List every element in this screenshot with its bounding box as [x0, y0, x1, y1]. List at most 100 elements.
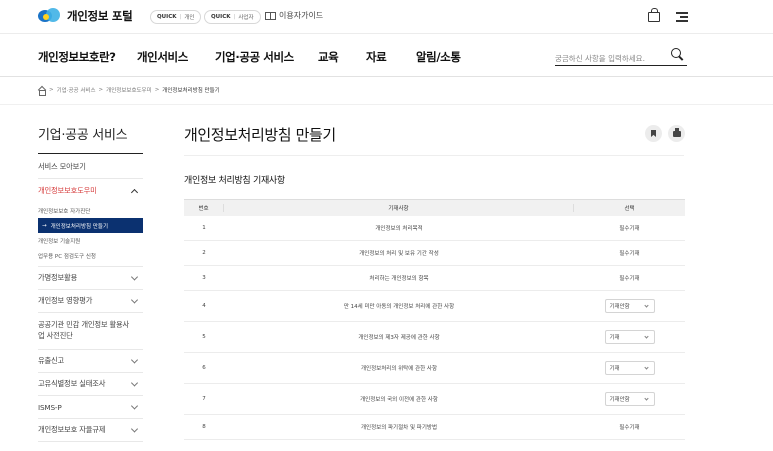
nav-item-resources[interactable]: 자료 — [366, 49, 387, 65]
quick-personal-button[interactable]: QUICK | 개인 — [150, 10, 202, 24]
sidebar-subitem-self-check[interactable]: 개인정보보호 자가진단 — [38, 203, 143, 218]
row-item: 처리하는 개인정보의 항목 — [369, 276, 429, 282]
sidebar-item-breach-report[interactable]: 유출신고 — [38, 350, 143, 373]
user-guide-link[interactable]: 이용자가이드 — [265, 10, 323, 21]
logo-mark-icon — [38, 8, 60, 24]
sidebar-subitem-policy-maker[interactable]: → 개인정보처리방침 만들기 — [38, 218, 143, 233]
row-choice-cell: 기재안함 — [574, 392, 685, 406]
bookmark-button[interactable] — [645, 125, 662, 142]
row-number: 4 — [202, 303, 206, 309]
column-header: 번호 — [184, 204, 224, 212]
divider — [184, 155, 684, 156]
row-number: 5 — [202, 334, 206, 340]
sidebar-title: 기업·공공 서비스 — [38, 128, 128, 143]
row-number: 3 — [202, 275, 206, 281]
sidebar-item-isms-p[interactable]: ISMS-P — [38, 396, 143, 419]
sidebar-subitem-pc-tool[interactable]: 업무용 PC 점검도구 신청 — [38, 248, 143, 263]
breadcrumb-item[interactable]: 기업·공공 서비스 — [57, 86, 96, 94]
policy-items-table: 번호 기재사항 선택 1 개인정보의 처리목적 필수기재 2 개인정보의 처리 및 보유… — [184, 199, 685, 440]
sidebar-item-self-regulation[interactable]: 개인정보보호 자율규제 — [38, 419, 143, 442]
sidebar-menu: 서비스 모아보기 개인정보보호도우미 개인정보보호 자가진단 → 개인정보처리방… — [38, 156, 143, 442]
user-guide-label: 이용자가이드 — [279, 11, 324, 20]
divider — [38, 153, 143, 154]
row-item: 개인정보의 국외 이전에 관한 사항 — [360, 397, 438, 403]
quick-badge: QUICK — [157, 14, 177, 20]
row-item: 개인정보의 처리목적 — [375, 226, 423, 232]
chevron-down-icon — [643, 365, 649, 370]
breadcrumb-item[interactable]: 개인정보보호도우미 — [106, 86, 152, 94]
arrow-right-icon: → — [42, 222, 47, 229]
sidebar-item-pseudonym[interactable]: 가명정보활용 — [38, 267, 143, 290]
chevron-down-icon — [643, 303, 649, 308]
choice-select-value: 기재 — [609, 335, 620, 341]
chevron-down-icon — [130, 425, 139, 433]
sidebar-item-privacy-helper[interactable]: 개인정보보호도우미 — [38, 179, 143, 203]
choice-select-value: 기재안함 — [609, 304, 630, 310]
chevron-down-icon — [643, 334, 649, 339]
sidebar-item-public-diagnosis[interactable]: 공공기관 민감 개인정보 활용사업 사전진단 — [38, 313, 143, 350]
chevron-down-icon — [130, 296, 139, 304]
sidebar-item-service-overview[interactable]: 서비스 모아보기 — [38, 156, 143, 179]
row-choice-cell: 기재 — [574, 330, 685, 344]
table-row: 4 만 14세 미만 아동의 개인정보 처리에 관한 사항 기재안함 — [184, 291, 685, 322]
row-choice: 필수기재 — [619, 226, 640, 232]
nav-item-personal-service[interactable]: 개인서비스 — [137, 49, 188, 65]
chevron-down-icon — [130, 273, 139, 281]
quick-business-button[interactable]: QUICK | 사업자 — [204, 10, 261, 24]
row-choice-cell: 기재 — [574, 361, 685, 375]
shopping-bag-icon[interactable] — [648, 8, 660, 22]
column-header: 선택 — [624, 206, 635, 212]
chevron-up-icon — [130, 188, 139, 197]
table-header: 번호 기재사항 선택 — [184, 199, 685, 216]
chevron-down-icon — [643, 396, 649, 401]
quick-badge: QUICK — [211, 14, 231, 20]
row-choice: 필수기재 — [619, 276, 640, 282]
row-number: 8 — [202, 424, 206, 430]
row-number: 1 — [202, 225, 206, 231]
chevron-down-icon — [130, 402, 139, 410]
choice-select[interactable]: 기재 — [604, 361, 655, 375]
table-row: 3 처리하는 개인정보의 항목 필수기재 — [184, 266, 685, 291]
search-input[interactable] — [555, 49, 663, 68]
row-item: 개인정보의 파기절차 및 파기방법 — [360, 425, 438, 431]
row-choice: 필수기재 — [619, 251, 640, 257]
sidebar-item-id-survey[interactable]: 고유식별정보 실태조사 — [38, 373, 143, 396]
site-logo[interactable]: 개인정보 포털 — [38, 8, 133, 24]
divider — [0, 104, 773, 105]
row-number: 2 — [202, 250, 206, 256]
nav-item-privacy-intro[interactable]: 개인정보보호란? — [38, 49, 116, 65]
sidebar-item-impact-assessment[interactable]: 개인정보 영향평가 — [38, 290, 143, 313]
choice-select[interactable]: 기재안함 — [604, 392, 655, 406]
table-row: 1 개인정보의 처리목적 필수기재 — [184, 216, 685, 241]
breadcrumb: > 기업·공공 서비스 > 개인정보보호도우미 > 개인정보처리방침 만들기 — [38, 86, 220, 96]
row-number: 6 — [202, 365, 206, 371]
row-choice: 필수기재 — [619, 425, 640, 431]
row-item: 만 14세 미만 아동의 개인정보 처리에 관한 사항 — [343, 304, 455, 310]
section-title: 개인정보 처리방침 기재사항 — [184, 176, 285, 186]
nav-item-notice[interactable]: 알림/소통 — [416, 49, 461, 65]
column-header: 기재사항 — [224, 204, 574, 212]
home-icon[interactable] — [38, 87, 46, 96]
choice-select[interactable]: 기재 — [604, 330, 655, 344]
hamburger-menu-icon[interactable] — [674, 10, 688, 23]
sidebar-subitem-tech-support[interactable]: 개인정보 기술지원 — [38, 233, 143, 248]
row-choice-cell: 기재안함 — [574, 299, 685, 313]
breadcrumb-current: 개인정보처리방침 만들기 — [162, 88, 220, 94]
print-icon — [672, 127, 681, 137]
page-title: 개인정보처리방침 만들기 — [184, 126, 336, 144]
table-row: 8 개인정보의 파기절차 및 파기방법 필수기재 — [184, 415, 685, 440]
print-button[interactable] — [668, 125, 685, 142]
choice-select-value: 기재안함 — [609, 397, 630, 403]
quick-label: 개인 — [184, 15, 195, 21]
quick-label: 사업자 — [238, 15, 254, 21]
search-icon[interactable] — [671, 48, 683, 60]
row-item: 개인정보의 처리 및 보유 기간 작성 — [359, 251, 439, 257]
table-row: 5 개인정보의 제3자 제공에 관한 사항 기재 — [184, 322, 685, 353]
nav-item-business-service[interactable]: 기업·공공 서비스 — [213, 49, 296, 66]
nav-item-education[interactable]: 교육 — [318, 49, 339, 65]
book-icon — [265, 11, 276, 20]
row-item: 개인정보의 제3자 제공에 관한 사항 — [358, 335, 440, 341]
choice-select[interactable]: 기재안함 — [604, 299, 655, 313]
nav-item-label: 기업·공공 서비스 — [215, 50, 294, 64]
table-row: 6 개인정보처리의 위탁에 관한 사항 기재 — [184, 353, 685, 384]
